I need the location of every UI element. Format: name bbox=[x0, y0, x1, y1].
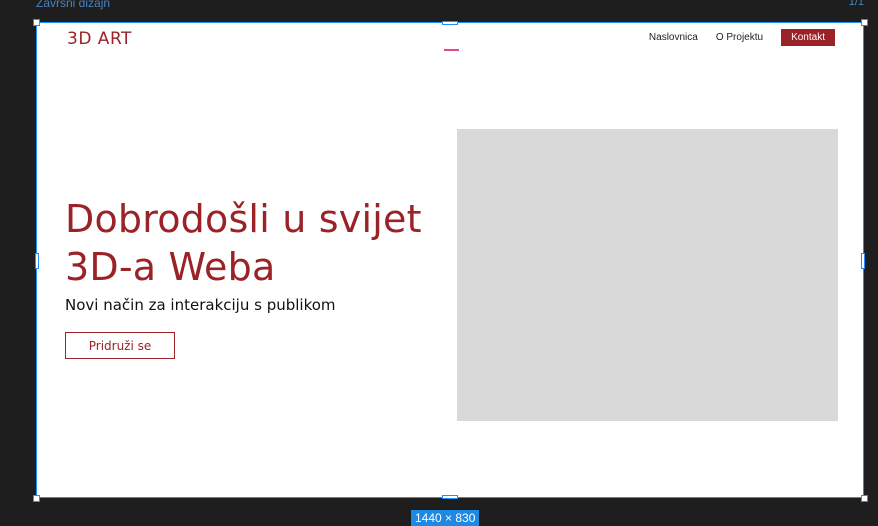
frame-name-label[interactable]: Završni dizajn bbox=[36, 0, 110, 10]
frame-corner-indicator: 1/1 bbox=[848, 0, 864, 8]
spacing-guide-marker bbox=[444, 49, 459, 51]
site-nav: Naslovnica O Projektu Kontakt bbox=[649, 29, 835, 46]
resize-handle-left[interactable] bbox=[35, 253, 39, 269]
resize-handle-bottom[interactable] bbox=[442, 495, 458, 499]
resize-handle-top[interactable] bbox=[442, 21, 458, 25]
nav-link-home[interactable]: Naslovnica bbox=[649, 32, 698, 43]
hero-subtitle: Novi način za interakciju s publikom bbox=[65, 296, 336, 314]
resize-handle-bottom-left[interactable] bbox=[33, 495, 40, 502]
join-button[interactable]: Pridruži se bbox=[65, 332, 175, 359]
hero-title-line-2: 3D-a Weba bbox=[65, 245, 276, 289]
site-logo[interactable]: 3D ART bbox=[67, 29, 132, 49]
resize-handle-bottom-right[interactable] bbox=[861, 495, 868, 502]
nav-contact-button[interactable]: Kontakt bbox=[781, 29, 835, 46]
hero-title: Dobrodošli u svijet 3D-a Weba bbox=[65, 195, 422, 291]
hero-image-placeholder[interactable] bbox=[457, 129, 838, 421]
resize-handle-right[interactable] bbox=[861, 253, 865, 269]
resize-handle-top-right[interactable] bbox=[861, 19, 868, 26]
resize-handle-top-left[interactable] bbox=[33, 19, 40, 26]
frame-size-badge: 1440 × 830 bbox=[411, 510, 480, 526]
nav-link-about[interactable]: O Projektu bbox=[716, 32, 763, 43]
artboard-frame[interactable]: 3D ART Naslovnica O Projektu Kontakt Dob… bbox=[35, 21, 865, 499]
hero-title-line-1: Dobrodošli u svijet bbox=[65, 197, 422, 241]
